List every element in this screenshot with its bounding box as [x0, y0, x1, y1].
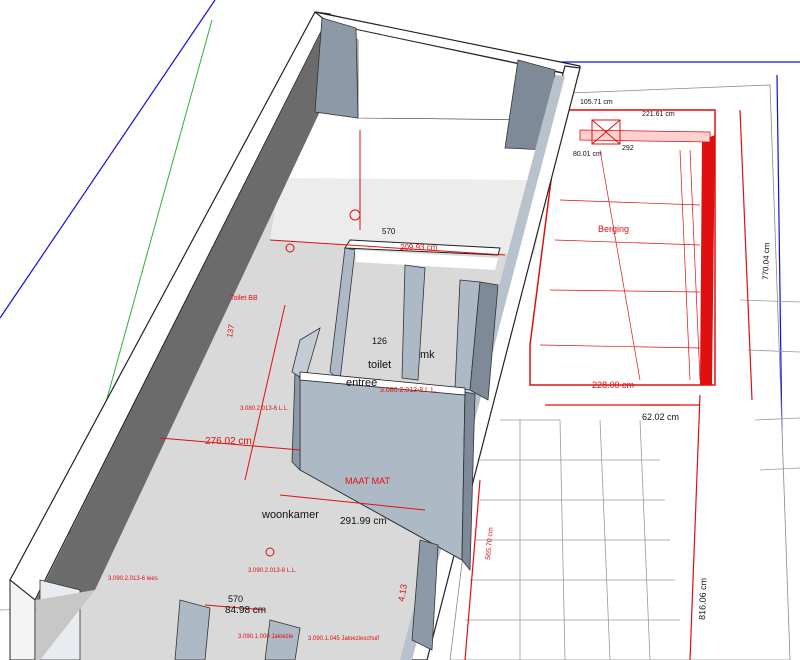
wall-column [314, 17, 359, 119]
dimension-label: 221.61 cm [642, 111, 675, 118]
dimension-label: 62.02 cm [642, 412, 679, 422]
dimension-label: 105.71 cm [580, 99, 613, 106]
dimension-label: 209.93 cm [400, 243, 438, 252]
dimension-label: 570 [228, 594, 243, 604]
room-label-berging: Berging [598, 224, 629, 234]
dimension-label: 80.01 cm [573, 151, 602, 158]
dimension-label: 816.06 cm [697, 578, 708, 620]
note-label: 3.090.2.013-6 lees [108, 576, 158, 582]
dimension-label: 292 [622, 145, 634, 152]
note-label: 3.090.1.045 Jaloezieschuif [308, 636, 379, 642]
wall-column [174, 599, 211, 660]
dimension-label: 84.98 cm [225, 605, 266, 616]
dimension-label: 276.02 cm [205, 436, 252, 447]
model-scene[interactable]: Berging 228.00 cm 62.02 cm 221.61 cm 105… [0, 0, 800, 660]
note-label: 3.090.2.013-8 L.L. [248, 568, 297, 574]
note-label: MAAT MAT [345, 476, 391, 486]
dimension-label: 228.00 cm [592, 380, 634, 390]
room-label-entree: entree [346, 377, 377, 389]
note-label: Toilet BB [230, 295, 258, 302]
dimension-label: 126 [372, 336, 387, 346]
room-label-woonkamer: woonkamer [261, 509, 319, 521]
note-label: 3.080.2.013-6 L.L. [240, 406, 289, 412]
room-label-mk: mk [420, 349, 435, 361]
dimension-label: 770.04 cm [761, 242, 771, 280]
model-viewport[interactable]: Berging 228.00 cm 62.02 cm 221.61 cm 105… [0, 0, 800, 660]
room-label-toilet: toilet [368, 359, 391, 371]
dimension-label: 291.99 cm [340, 516, 387, 527]
dimension-label: 570 [382, 227, 396, 236]
note-label: 3.080.2.013-8 L.L. [380, 387, 437, 394]
note-label: 3.090.1.000 Jaloezie [238, 634, 294, 640]
